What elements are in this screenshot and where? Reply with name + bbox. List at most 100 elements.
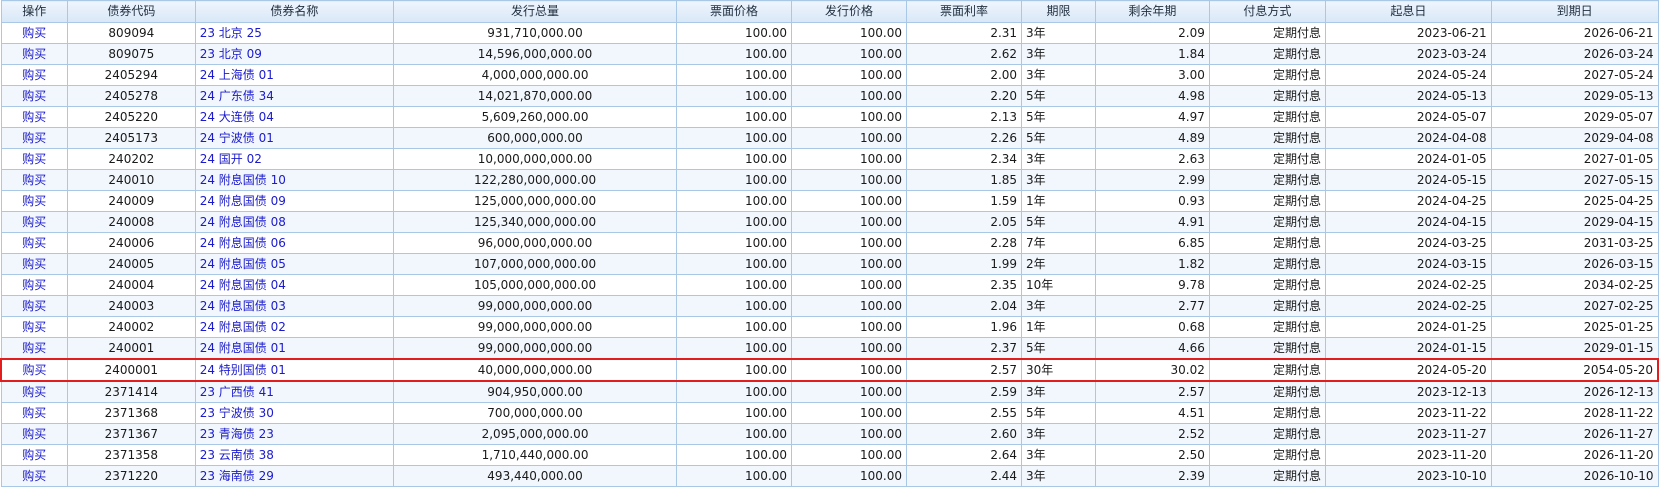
- table-row[interactable]: 购买 240003 24 附息国债 03 99,000,000,000.00 100.0…: [0, 295, 1659, 317]
- payment-method: 定期付息: [1208, 444, 1326, 466]
- bond-name-link[interactable]: 24 广东债 34: [194, 85, 395, 107]
- col-header-issue-price[interactable]: 发行价格: [790, 0, 908, 23]
- remaining-years: 4.66: [1094, 337, 1210, 360]
- remaining-years: 4.91: [1094, 211, 1210, 233]
- col-header-start-date[interactable]: 起息日: [1324, 0, 1492, 23]
- buy-link[interactable]: 购买: [0, 444, 68, 466]
- buy-link[interactable]: 购买: [0, 380, 68, 403]
- remaining-years: 2.09: [1094, 22, 1210, 44]
- bond-code: 2371358: [66, 444, 196, 466]
- bond-name-link[interactable]: 24 特别国债 01: [194, 358, 395, 382]
- issue-price: 100.00: [790, 190, 908, 212]
- table-row[interactable]: 购买 2371367 23 青海债 23 2,095,000,000.00 100.00…: [0, 423, 1659, 445]
- buy-link[interactable]: 购买: [0, 316, 68, 338]
- remaining-years: 4.89: [1094, 127, 1210, 149]
- end-date: 2026-06-21: [1490, 22, 1659, 44]
- buy-link[interactable]: 购买: [0, 465, 68, 487]
- table-row[interactable]: 购买 240004 24 附息国债 04 105,000,000,000.00 100.…: [0, 274, 1659, 296]
- issue-total: 700,000,000.00: [393, 402, 677, 424]
- col-header-remaining[interactable]: 剩余年期: [1094, 0, 1210, 23]
- col-header-code[interactable]: 债券代码: [66, 0, 196, 23]
- buy-link[interactable]: 购买: [0, 211, 68, 233]
- col-header-total[interactable]: 发行总量: [393, 0, 677, 23]
- payment-method: 定期付息: [1208, 85, 1326, 107]
- remaining-years: 4.97: [1094, 106, 1210, 128]
- table-row[interactable]: 购买 2405294 24 上海债 01 4,000,000,000.00 100.00…: [0, 64, 1659, 86]
- table-row[interactable]: 购买 2405173 24 宁波债 01 600,000,000.00 100.00 10…: [0, 127, 1659, 149]
- bond-name-link[interactable]: 24 附息国债 10: [194, 169, 395, 191]
- issue-total: 99,000,000,000.00: [393, 337, 677, 360]
- end-date: 2029-01-15: [1490, 337, 1659, 360]
- table-row[interactable]: 购买 2371358 23 云南债 38 1,710,440,000.00 100.00…: [0, 444, 1659, 466]
- start-date: 2023-06-21: [1324, 22, 1492, 44]
- bond-name-link[interactable]: 23 云南债 38: [194, 444, 395, 466]
- bond-name-link[interactable]: 23 北京 25: [194, 22, 395, 44]
- issue-price: 100.00: [790, 64, 908, 86]
- table-row[interactable]: 购买 240005 24 附息国债 05 107,000,000,000.00 100.…: [0, 253, 1659, 275]
- bond-name-link[interactable]: 24 附息国债 08: [194, 211, 395, 233]
- bond-name-link[interactable]: 24 附息国债 09: [194, 190, 395, 212]
- col-header-face-price[interactable]: 票面价格: [675, 0, 792, 23]
- buy-link[interactable]: 购买: [0, 22, 68, 44]
- col-header-term[interactable]: 期限: [1021, 0, 1096, 23]
- table-row[interactable]: 购买 240008 24 附息国债 08 125,340,000,000.00 100.…: [0, 211, 1659, 233]
- buy-link[interactable]: 购买: [0, 274, 68, 296]
- buy-link[interactable]: 购买: [0, 64, 68, 86]
- bond-name-link[interactable]: 24 大连债 04: [194, 106, 395, 128]
- table-row[interactable]: 购买 809075 23 北京 09 14,596,000,000.00 100.00 1…: [0, 43, 1659, 65]
- col-header-end-date[interactable]: 到期日: [1490, 0, 1659, 23]
- bond-name-link[interactable]: 24 上海债 01: [194, 64, 395, 86]
- buy-link[interactable]: 购买: [0, 148, 68, 170]
- buy-link[interactable]: 购买: [0, 127, 68, 149]
- table-row[interactable]: 购买 2371368 23 宁波债 30 700,000,000.00 100.00 10…: [0, 402, 1659, 424]
- end-date: 2029-04-08: [1490, 127, 1659, 149]
- buy-link[interactable]: 购买: [0, 43, 68, 65]
- col-header-coupon-rate[interactable]: 票面利率: [905, 0, 1023, 23]
- bond-name-link[interactable]: 24 附息国债 01: [194, 337, 395, 360]
- col-header-name[interactable]: 债券名称: [194, 0, 395, 23]
- buy-link[interactable]: 购买: [0, 402, 68, 424]
- bond-name-link[interactable]: 24 宁波债 01: [194, 127, 395, 149]
- bond-name-link[interactable]: 24 附息国债 06: [194, 232, 395, 254]
- table-row[interactable]: 购买 240006 24 附息国债 06 96,000,000,000.00 100.0…: [0, 232, 1659, 254]
- table-row[interactable]: 购买 240002 24 附息国债 02 99,000,000,000.00 100.0…: [0, 316, 1659, 338]
- buy-link[interactable]: 购买: [0, 253, 68, 275]
- issue-total: 125,000,000,000.00: [393, 190, 677, 212]
- buy-link[interactable]: 购买: [0, 423, 68, 445]
- table-row[interactable]: 购买 240010 24 附息国债 10 122,280,000,000.00 100.…: [0, 169, 1659, 191]
- table-row[interactable]: 购买 240202 24 国开 02 10,000,000,000.00 100.00 1…: [0, 148, 1659, 170]
- bond-name-link[interactable]: 23 北京 09: [194, 43, 395, 65]
- buy-link[interactable]: 购买: [0, 295, 68, 317]
- face-price: 100.00: [675, 465, 792, 487]
- table-row[interactable]: 购买 2371220 23 海南债 29 493,440,000.00 100.00 10…: [0, 465, 1659, 487]
- col-header-payment[interactable]: 付息方式: [1208, 0, 1326, 23]
- coupon-rate: 2.28: [905, 232, 1023, 254]
- buy-link[interactable]: 购买: [0, 85, 68, 107]
- buy-link[interactable]: 购买: [0, 190, 68, 212]
- table-row[interactable]: 购买 2405278 24 广东债 34 14,021,870,000.00 100.0…: [0, 85, 1659, 107]
- bond-name-link[interactable]: 23 广西债 41: [194, 380, 395, 403]
- table-row[interactable]: 购买 2371414 23 广西债 41 904,950,000.00 100.00 10…: [0, 380, 1659, 403]
- buy-link[interactable]: 购买: [0, 232, 68, 254]
- table-row[interactable]: 购买 809094 23 北京 25 931,710,000.00 100.00 100.…: [0, 22, 1659, 44]
- start-date: 2024-05-13: [1324, 85, 1492, 107]
- issue-total: 14,596,000,000.00: [393, 43, 677, 65]
- bond-name-link[interactable]: 23 海南债 29: [194, 465, 395, 487]
- bond-name-link[interactable]: 24 附息国债 05: [194, 253, 395, 275]
- table-row[interactable]: 购买 240001 24 附息国债 01 99,000,000,000.00 100.0…: [0, 337, 1659, 360]
- bond-name-link[interactable]: 23 宁波债 30: [194, 402, 395, 424]
- buy-link[interactable]: 购买: [0, 337, 68, 360]
- table-row-selected[interactable]: 购买 2400001 24 特别国债 01 40,000,000,000.00 100.…: [0, 358, 1659, 382]
- col-header-action[interactable]: 操作: [0, 0, 68, 23]
- bond-name-link[interactable]: 24 附息国债 03: [194, 295, 395, 317]
- bond-name-link[interactable]: 24 国开 02: [194, 148, 395, 170]
- table-row[interactable]: 购买 2405220 24 大连债 04 5,609,260,000.00 100.00…: [0, 106, 1659, 128]
- bond-name-link[interactable]: 23 青海债 23: [194, 423, 395, 445]
- buy-link[interactable]: 购买: [0, 358, 68, 382]
- table-row[interactable]: 购买 240009 24 附息国债 09 125,000,000,000.00 100.…: [0, 190, 1659, 212]
- buy-link[interactable]: 购买: [0, 169, 68, 191]
- bond-name-link[interactable]: 24 附息国债 02: [194, 316, 395, 338]
- buy-link[interactable]: 购买: [0, 106, 68, 128]
- bond-code: 240004: [66, 274, 196, 296]
- bond-name-link[interactable]: 24 附息国债 04: [194, 274, 395, 296]
